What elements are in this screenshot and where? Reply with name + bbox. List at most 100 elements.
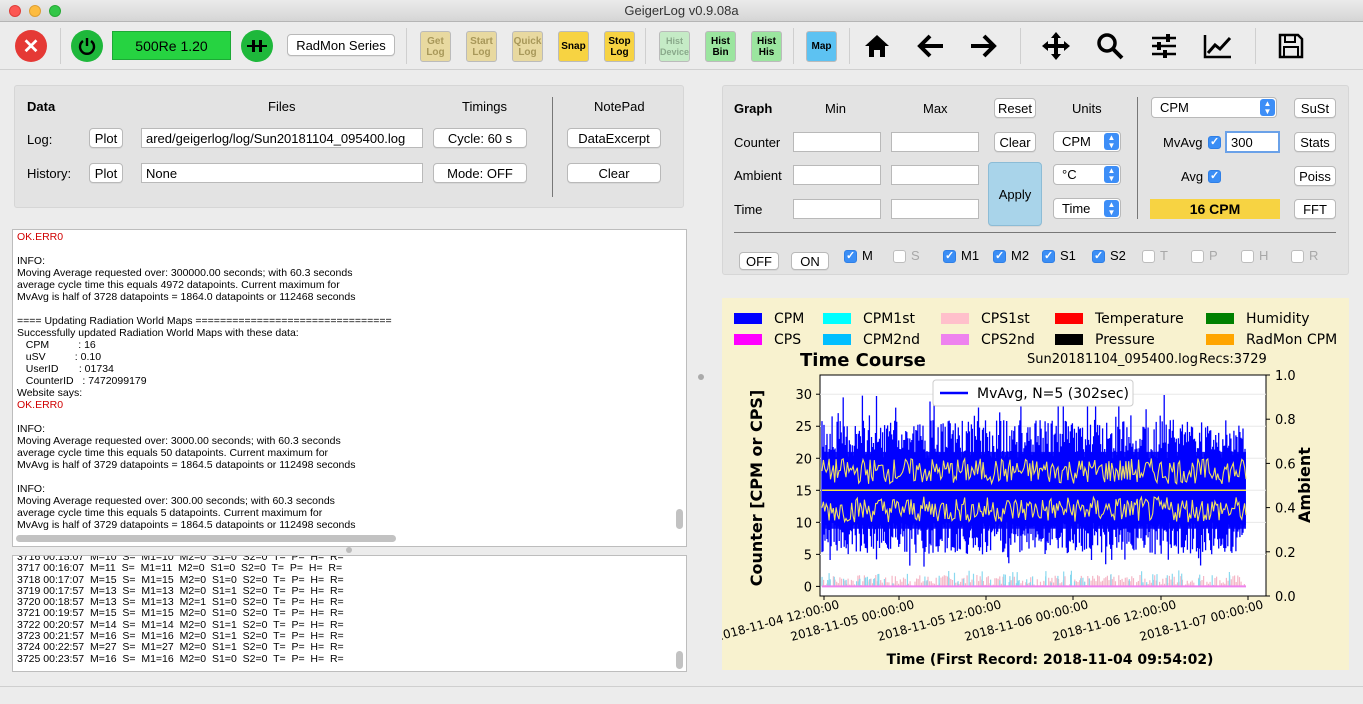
on-button[interactable]: ON <box>791 252 829 270</box>
hist-bin-button[interactable]: Hist Bin <box>705 31 736 62</box>
data-excerpt-button[interactable]: DataExcerpt <box>567 128 661 148</box>
cycle-button[interactable]: Cycle: 60 s <box>433 128 527 148</box>
checkbox-m1[interactable] <box>943 249 956 263</box>
stop-log-button[interactable]: Stop Log <box>604 31 635 62</box>
off-button[interactable]: OFF <box>739 252 779 270</box>
legend-label: Humidity <box>1246 311 1309 327</box>
hist-device-button[interactable]: Hist Device <box>659 31 690 62</box>
legend-swatch <box>941 334 969 345</box>
checkbox-h[interactable] <box>1241 250 1254 263</box>
mvavg-input[interactable]: 300 <box>1225 131 1280 153</box>
plug-button[interactable] <box>241 30 273 62</box>
get-log-button[interactable]: Get Log <box>420 31 451 62</box>
forward-button[interactable] <box>966 30 1000 62</box>
minimize-window-button[interactable] <box>29 5 41 17</box>
notepad-clear-button[interactable]: Clear <box>567 163 661 183</box>
checkbox-s[interactable] <box>893 250 906 263</box>
hist-his-button[interactable]: Hist His <box>751 31 782 62</box>
apply-button[interactable]: Apply <box>988 162 1042 226</box>
log-line: OK.ERR0 <box>17 399 64 411</box>
sust-button[interactable]: SuSt <box>1294 98 1336 118</box>
log-line: Moving Average requested over: 300.00 se… <box>17 495 335 507</box>
counter-unit-select[interactable]: CPM ▲ ▼ <box>1053 131 1121 152</box>
min-header: Min <box>825 101 846 116</box>
checkbox-s2[interactable] <box>1092 249 1105 263</box>
checkbox-label-m: M <box>862 248 873 263</box>
zoom-button[interactable] <box>1093 30 1127 62</box>
splitter-handle-v[interactable] <box>346 547 352 553</box>
save-button[interactable] <box>1274 30 1308 62</box>
counter-min-input[interactable] <box>793 132 881 152</box>
start-log-button[interactable]: Start Log <box>466 31 497 62</box>
notes-vscroll-thumb[interactable] <box>676 509 683 529</box>
y2-tick-label: 0.8 <box>1275 413 1296 428</box>
chevron-up-down-icon: ▲ ▼ <box>1104 133 1119 150</box>
plot-options-button[interactable] <box>1201 30 1235 62</box>
history-file-field[interactable]: None <box>141 163 423 183</box>
chart-area: CPM CPM1st CPS1st Temperature Humidity CPS CPM… <box>722 298 1349 670</box>
x-axis-label: Time (First Record: 2018-11-04 09:54:02) <box>887 652 1214 668</box>
ambient-label: Ambient <box>734 168 782 183</box>
fft-button[interactable]: FFT <box>1294 199 1336 219</box>
graph-clear-button[interactable]: Clear <box>994 132 1036 152</box>
stats-button[interactable]: Stats <box>1294 132 1336 152</box>
plot-log-button[interactable]: Plot <box>89 128 123 148</box>
data-log: 3716 00:15:07 M=10 S= M1=10 M2=0 S1=0 S2… <box>12 555 687 672</box>
variable-select[interactable]: CPM ▲ ▼ <box>1151 97 1277 118</box>
exit-button[interactable]: ✕ <box>15 30 47 62</box>
close-window-button[interactable] <box>9 5 21 17</box>
legend-label: CPM <box>774 311 804 327</box>
home-button[interactable] <box>860 30 894 62</box>
pan-button[interactable] <box>1039 30 1073 62</box>
files-header: Files <box>268 99 296 114</box>
checkbox-r[interactable] <box>1291 250 1304 263</box>
checkbox-m[interactable] <box>844 249 857 263</box>
quick-log-button[interactable]: Quick Log <box>512 31 543 62</box>
ambient-min-input[interactable] <box>793 165 881 185</box>
notes-hscroll-thumb[interactable] <box>16 535 396 542</box>
checkbox-label-t: T <box>1160 248 1168 263</box>
mode-button[interactable]: Mode: OFF <box>433 163 527 183</box>
log-line: Website says: <box>17 387 83 399</box>
power-button[interactable] <box>71 30 103 62</box>
checkbox-s1[interactable] <box>1042 249 1055 263</box>
mvavg-checkbox[interactable] <box>1208 135 1221 149</box>
avg-checkbox[interactable] <box>1208 169 1221 183</box>
splitter-handle[interactable] <box>698 374 704 380</box>
log-file-field[interactable]: ared/geigerlog/log/Sun20181104_095400.lo… <box>141 128 423 148</box>
time-max-input[interactable] <box>891 199 979 219</box>
avg-label: Avg <box>1181 169 1204 184</box>
time-min-input[interactable] <box>793 199 881 219</box>
checkbox-p[interactable] <box>1191 250 1204 263</box>
data-vscroll-thumb[interactable] <box>676 651 683 669</box>
checkbox-label-h: H <box>1259 248 1269 263</box>
log-label: Log: <box>27 132 53 147</box>
back-button[interactable] <box>914 30 948 62</box>
snap-button[interactable]: Snap <box>558 31 589 62</box>
checkbox-m2[interactable] <box>993 249 1006 263</box>
legend-label: RadMon CPM <box>1246 332 1337 348</box>
y2-tick-label: 0.4 <box>1275 502 1296 517</box>
checkbox-t[interactable] <box>1142 250 1155 263</box>
ambient-max-input[interactable] <box>891 165 979 185</box>
counter-max-input[interactable] <box>891 132 979 152</box>
x-icon: ✕ <box>22 35 40 58</box>
legend-swatch <box>734 334 762 345</box>
search-icon <box>1097 33 1124 60</box>
plot-history-button[interactable]: Plot <box>89 163 123 183</box>
maximize-window-button[interactable] <box>49 5 61 17</box>
data-log-line: 3725 00:23:57 M=16 S= M1=16 M2=0 S1=0 S2… <box>17 652 344 665</box>
time-unit-select[interactable]: Time ▲ ▼ <box>1053 198 1121 219</box>
legend-label: CPM1st <box>863 311 915 327</box>
legend-swatch <box>823 313 851 324</box>
ambient-unit-select[interactable]: °C ▲ ▼ <box>1053 164 1121 185</box>
map-button[interactable]: Map <box>806 31 837 62</box>
reset-button[interactable]: Reset <box>994 98 1036 118</box>
checkbox-label-s1: S1 <box>1060 248 1076 263</box>
radmon-series-button[interactable]: RadMon Series <box>287 34 395 56</box>
notepad-header: NotePad <box>594 99 645 114</box>
y2-tick-label: 0.2 <box>1275 546 1296 561</box>
configure-button[interactable] <box>1147 30 1181 62</box>
y2-tick-label: 1.0 <box>1275 369 1296 384</box>
poiss-button[interactable]: Poiss <box>1294 166 1336 186</box>
